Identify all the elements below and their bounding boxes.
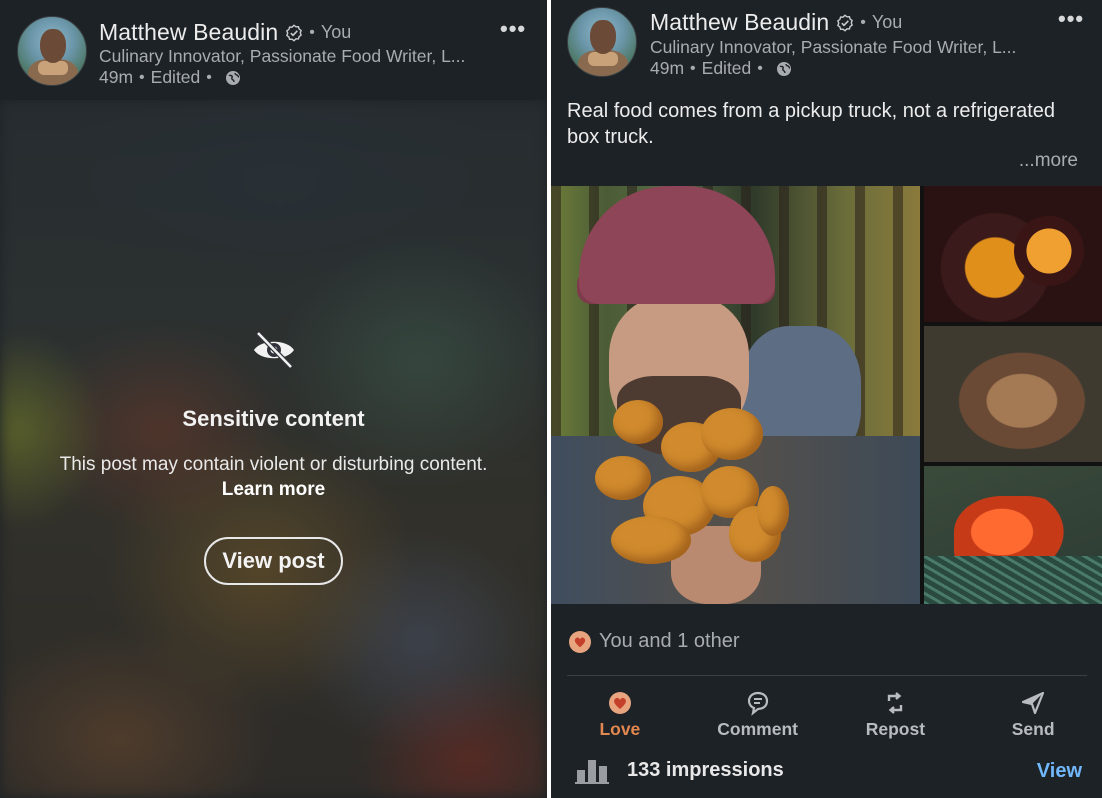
post-time: 49m	[650, 58, 685, 78]
impressions-count: 133 impressions	[627, 758, 784, 781]
main-photo[interactable]	[551, 186, 920, 604]
sensitive-description: This post may contain violent or disturb…	[59, 452, 489, 502]
post-header: Matthew Beaudin • You Culinary Innovator…	[551, 0, 1102, 90]
author-headline: Culinary Innovator, Passionate Food Writ…	[650, 37, 1017, 57]
photo-thumbnail[interactable]	[924, 466, 1102, 604]
edited-label: Edited	[150, 67, 201, 87]
post-meta: 49m • Edited •	[99, 67, 241, 88]
reactions-text: You and 1 other	[599, 630, 740, 652]
action-label: Love	[599, 719, 641, 739]
separator-dot: •	[309, 23, 315, 41]
post-meta: 49m • Edited •	[650, 58, 792, 79]
you-label: You	[320, 22, 352, 42]
comment-button[interactable]: Comment	[689, 684, 827, 746]
action-label: Comment	[717, 719, 798, 739]
you-label: You	[871, 12, 903, 32]
author-row: Matthew Beaudin • You	[650, 9, 902, 36]
more-options-icon[interactable]: •••	[1058, 6, 1084, 32]
post-text: Real food comes from a pickup truck, not…	[567, 100, 1056, 148]
action-label: Repost	[865, 719, 926, 739]
love-button[interactable]: Love	[551, 684, 689, 746]
send-button[interactable]: Send	[964, 684, 1102, 746]
see-more-link[interactable]: ...more	[1019, 150, 1078, 172]
separator-dot: •	[690, 59, 696, 77]
view-analytics-link[interactable]: View	[1037, 760, 1082, 783]
view-post-button[interactable]: View post	[204, 537, 343, 585]
reactions-summary[interactable]: You and 1 other	[569, 630, 740, 653]
globe-icon	[225, 70, 240, 85]
avatar[interactable]	[17, 16, 87, 86]
repost-icon	[888, 692, 903, 714]
sensitive-post-card: Matthew Beaudin • You Culinary Innovator…	[0, 0, 547, 798]
divider	[567, 675, 1087, 676]
post-card: Matthew Beaudin • You Culinary Innovator…	[551, 0, 1102, 798]
separator-dot: •	[860, 13, 866, 31]
heart-icon	[608, 692, 631, 714]
sensitive-content-notice: Sensitive content This post may contain …	[0, 330, 547, 585]
send-icon	[1022, 691, 1045, 715]
photo-thumbnail[interactable]	[924, 326, 1102, 462]
impressions-row[interactable]: 133 impressions	[575, 756, 784, 784]
action-label: Send	[1011, 719, 1055, 739]
analytics-bars-icon	[575, 760, 609, 784]
verified-icon	[837, 13, 854, 32]
verified-icon	[286, 23, 303, 42]
author-headline: Culinary Innovator, Passionate Food Writ…	[99, 46, 466, 66]
comment-icon	[747, 691, 768, 716]
post-media-grid[interactable]	[551, 186, 1102, 604]
author-name[interactable]: Matthew Beaudin	[99, 19, 278, 46]
eye-off-icon	[253, 331, 294, 369]
sensitive-title: Sensitive content	[182, 406, 365, 431]
repost-button[interactable]: Repost	[827, 684, 965, 746]
photo-thumbnail[interactable]	[924, 186, 1102, 322]
author-name[interactable]: Matthew Beaudin	[650, 9, 829, 36]
post-time: 49m	[99, 67, 134, 87]
author-row: Matthew Beaudin • You	[99, 19, 351, 46]
avatar[interactable]	[567, 7, 637, 77]
globe-icon	[776, 61, 791, 76]
separator-dot: •	[206, 68, 212, 86]
post-actions-bar: Love Comment Repost Send	[551, 684, 1102, 746]
learn-more-link[interactable]: Learn more	[222, 479, 325, 500]
sensitive-text: This post may contain violent or disturb…	[59, 454, 488, 475]
separator-dot: •	[757, 59, 763, 77]
edited-label: Edited	[701, 58, 752, 78]
love-reaction-icon	[569, 630, 591, 653]
more-options-icon[interactable]: •••	[500, 16, 526, 42]
post-header: Matthew Beaudin • You Culinary Innovator…	[0, 0, 547, 100]
separator-dot: •	[139, 68, 145, 86]
